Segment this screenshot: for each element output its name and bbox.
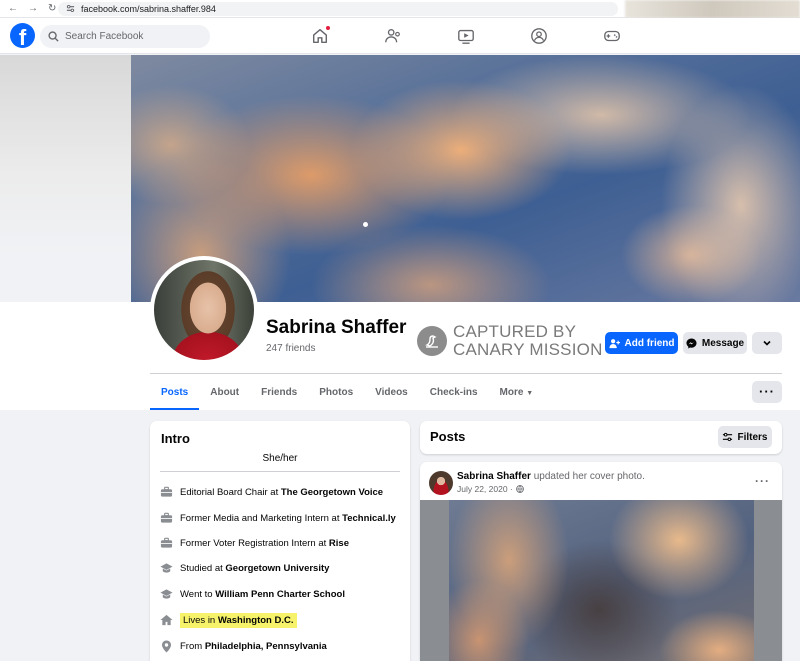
address-bar[interactable]: facebook.com/sabrina.shaffer.984 [58,1,618,16]
cover-side-fade [0,55,131,255]
globe-icon [515,485,524,493]
chevron-down-icon [763,340,771,346]
notification-dot [325,25,331,31]
filters-label: Filters [737,431,768,443]
intro-item-from: From Philadelphia, Pennsylvania [160,638,327,654]
browser-toolbar: ← → ↻ facebook.com/sabrina.shaffer.984 [0,0,800,18]
tab-about[interactable]: About [199,378,250,410]
tabs-more-options-button[interactable]: ··· [752,381,782,403]
post-options-icon[interactable]: ··· [755,474,770,488]
post-date[interactable]: July 22, 2020 · [457,484,513,494]
facebook-header: f [0,18,800,54]
location-pin-icon [160,640,173,653]
intro-link[interactable]: Rise [329,538,349,549]
gaming-nav-icon[interactable] [603,27,621,45]
posts-header-card: Posts Filters [420,421,782,454]
messenger-icon [686,337,697,349]
post-meta: July 22, 2020 · [457,484,524,494]
post-image[interactable] [449,500,754,661]
intro-card: Intro She/her Editorial Board Chair at T… [150,421,410,661]
intro-link[interactable]: Philadelphia, Pennsylvania [205,641,327,652]
intro-item-education: Went to William Penn Charter School [160,586,345,602]
add-friend-label: Add friend [624,337,675,349]
facebook-logo-icon[interactable]: f [10,23,35,48]
intro-link[interactable]: Georgetown University [225,563,329,574]
intro-link[interactable]: William Penn Charter School [215,589,345,600]
back-icon[interactable]: ← [8,3,18,14]
intro-item-text: From Philadelphia, Pennsylvania [180,640,327,652]
tab-check-ins[interactable]: Check-ins [419,378,489,410]
add-person-icon [608,338,620,348]
add-friend-button[interactable]: Add friend [605,332,678,354]
intro-divider [160,471,400,472]
watermark-stamp: CAPTURED BY CANARY MISSION [417,323,603,359]
intro-item-work: Former Media and Marketing Intern at Tec… [160,510,396,526]
intro-title: Intro [161,431,190,446]
watermark-text: CAPTURED BY CANARY MISSION [453,323,603,359]
graduation-cap-icon [160,562,173,575]
intro-link[interactable]: The Georgetown Voice [281,487,383,498]
site-info-icon[interactable] [66,4,75,13]
graduation-cap-icon [160,588,173,601]
pronouns: She/her [262,453,298,464]
filters-button[interactable]: Filters [718,426,772,448]
intro-item-text: Former Voter Registration Intern at Rise [180,537,349,549]
search-icon [48,31,59,42]
profile-options-button[interactable] [752,332,782,354]
tab-friends[interactable]: Friends [250,378,308,410]
posts-title: Posts [430,429,466,444]
briefcase-icon [160,537,173,550]
message-button[interactable]: Message [683,332,747,354]
tab-videos[interactable]: Videos [364,378,419,410]
search-box[interactable] [40,25,210,48]
post-author-name[interactable]: Sabrina Shaffer [457,471,531,482]
intro-link[interactable]: Washington D.C. [218,615,294,626]
highlighted-text: Lives in Washington D.C. [180,612,297,628]
sliders-icon [723,432,733,442]
blurred-region [625,0,800,18]
intro-item-work: Editorial Board Chair at The Georgetown … [160,484,383,500]
home-nav-icon[interactable] [311,25,331,45]
url-text: facebook.com/sabrina.shaffer.984 [81,3,216,14]
caret-down-icon: ▼ [526,390,534,397]
canary-logo-icon [417,326,447,356]
forward-icon[interactable]: → [28,3,38,14]
intro-item-text: Former Media and Marketing Intern at Tec… [180,512,396,524]
post-header-text: Sabrina Shaffer updated her cover photo. [457,471,645,482]
intro-item-text: Went to William Penn Charter School [180,588,345,600]
intro-item-text: Studied at Georgetown University [180,562,330,574]
watermark-line-1: CAPTURED BY [453,322,577,341]
ellipsis-icon: ··· [759,384,775,399]
profile-name: Sabrina Shaffer [266,317,407,338]
header-divider [150,373,782,374]
friends-nav-icon[interactable] [384,27,402,45]
intro-link[interactable]: Technical.ly [342,513,396,524]
message-label: Message [701,337,745,349]
intro-item-education: Studied at Georgetown University [160,560,329,576]
watermark-line-2: CANARY MISSION [453,340,603,359]
briefcase-icon [160,486,173,499]
briefcase-icon [160,512,173,525]
video-nav-icon[interactable] [457,27,475,45]
search-input[interactable] [65,31,195,42]
tab-more-label: More [499,387,524,398]
reload-icon[interactable]: ↻ [48,3,56,14]
post-card: Sabrina Shaffer updated her cover photo.… [420,462,782,661]
intro-item-work: Former Voter Registration Intern at Rise [160,535,349,551]
tab-photos[interactable]: Photos [308,378,364,410]
post-author-avatar[interactable] [429,471,453,495]
profile-tabs: Posts About Friends Photos Videos Check-… [150,378,544,410]
moon [363,222,368,227]
browser-nav: ← → ↻ [0,3,58,14]
home-icon [160,614,173,627]
groups-nav-icon[interactable] [530,27,548,45]
intro-item-text: Editorial Board Chair at The Georgetown … [180,486,384,498]
tab-more[interactable]: More ▼ [489,378,545,410]
intro-item-lives: Lives in Washington D.C. [160,612,297,628]
tab-posts[interactable]: Posts [150,378,200,410]
profile-picture[interactable] [150,256,258,364]
post-action-text: updated her cover photo. [533,471,645,482]
friends-count[interactable]: 247 friends [266,343,315,354]
